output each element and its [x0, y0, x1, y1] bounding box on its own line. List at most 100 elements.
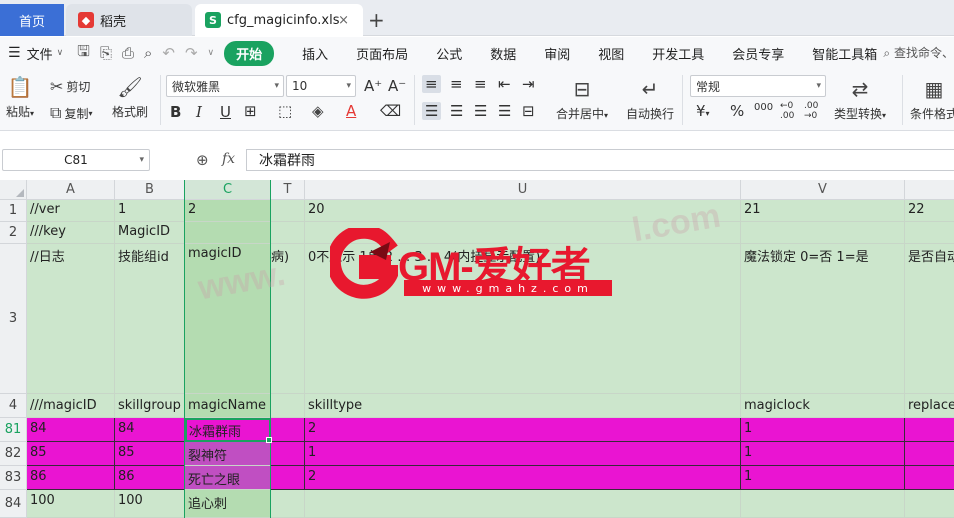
cell[interactable]: 是否自动	[905, 244, 954, 394]
indent-increase-icon[interactable]: ⇥	[522, 75, 535, 93]
conditional-format-button[interactable]: ▦ 条件格式	[910, 77, 954, 122]
cell[interactable]: 追心刺	[185, 490, 271, 518]
percent-icon[interactable]: %	[730, 102, 744, 120]
cell[interactable]: magicName	[185, 394, 271, 418]
type-convert-button[interactable]: ⇄ 类型转换▾	[834, 77, 886, 122]
menu-member[interactable]: 会员专享	[732, 44, 784, 63]
formula-input[interactable]: 冰霜群雨	[246, 149, 954, 171]
name-box[interactable]: C81 ▾	[2, 149, 150, 171]
cell[interactable]	[905, 490, 954, 518]
cell[interactable]: 1	[115, 200, 185, 222]
align-right-icon[interactable]: ☰	[474, 102, 487, 120]
menu-review[interactable]: 审阅	[544, 44, 570, 63]
undo-icon[interactable]: ↶	[162, 44, 175, 62]
cell[interactable]	[271, 442, 305, 466]
menu-developer[interactable]: 开发工具	[652, 44, 704, 63]
column-header-t[interactable]: T	[271, 180, 305, 200]
row-header[interactable]: 83	[0, 466, 27, 490]
cell[interactable]: 85	[27, 442, 115, 466]
font-size-select[interactable]: 10 ▾	[286, 75, 356, 97]
function-icon[interactable]: fx	[222, 151, 235, 167]
menu-smart-toolbox[interactable]: 智能工具箱	[812, 44, 877, 63]
cell[interactable]: 魔法锁定 0=否 1=是	[741, 244, 905, 394]
cell[interactable]	[905, 442, 954, 466]
redo-icon[interactable]: ↷	[185, 44, 198, 62]
cell[interactable]: skillgroup	[115, 394, 185, 418]
cell[interactable]: 86	[115, 466, 185, 490]
column-header-u[interactable]: U	[305, 180, 741, 200]
fill-handle[interactable]	[266, 437, 272, 443]
row-header[interactable]: 1	[0, 200, 27, 222]
new-tab-button[interactable]: +	[368, 8, 385, 32]
save-icon[interactable]: 🖫	[77, 41, 90, 66]
tab-spreadsheet-file[interactable]: S cfg_magicinfo.xls ×	[195, 4, 363, 36]
cell[interactable]	[741, 222, 905, 244]
cut-button[interactable]: ✂ 剪切	[50, 77, 90, 96]
wrap-text-button[interactable]: ↵ 自动换行	[626, 77, 674, 122]
menu-view[interactable]: 视图	[598, 44, 624, 63]
column-header-b[interactable]: B	[115, 180, 185, 200]
italic-icon[interactable]: I	[196, 103, 202, 121]
menu-insert[interactable]: 插入	[302, 44, 328, 63]
print-icon[interactable]: ⎙	[122, 44, 134, 62]
copy-button[interactable]: ⧉ 复制 ▾	[50, 103, 92, 123]
cell[interactable]: ///magicID	[27, 394, 115, 418]
distribute-icon[interactable]: ⊟	[522, 102, 535, 120]
cell[interactable]: 22	[905, 200, 954, 222]
font-family-select[interactable]: 微软雅黑 ▾	[166, 75, 284, 97]
row-header[interactable]: 82	[0, 442, 27, 466]
format-painter-button[interactable]: 🖌 格式刷	[112, 75, 148, 120]
print-preview-icon[interactable]: ⌕	[144, 44, 152, 62]
cell[interactable]: 21	[741, 200, 905, 222]
menu-data[interactable]: 数据	[490, 44, 516, 63]
cell[interactable]	[271, 222, 305, 244]
align-center-icon[interactable]: ☰	[450, 102, 463, 120]
paste-button[interactable]: 📋 粘贴▾	[6, 75, 34, 120]
cell[interactable]	[905, 418, 954, 442]
export-icon[interactable]: ⎘	[100, 44, 112, 62]
cell[interactable]: 死亡之眼	[185, 466, 271, 490]
justify-icon[interactable]: ☰	[498, 102, 511, 120]
cell[interactable]: 1	[741, 418, 905, 442]
cell[interactable]: 2	[305, 418, 741, 442]
decrease-font-icon[interactable]: A⁻	[388, 77, 406, 95]
file-menu[interactable]: ☰ 文件 ∨	[8, 44, 63, 63]
command-search[interactable]: ⌕ 查找命令、	[883, 44, 954, 61]
cell[interactable]	[741, 490, 905, 518]
cell[interactable]: 0不显示 1单 2 … 3 … 4(内挂显示配置)	[305, 244, 741, 394]
menu-formulas[interactable]: 公式	[436, 44, 462, 63]
cell[interactable]	[271, 418, 305, 442]
cell[interactable]: //ver	[27, 200, 115, 222]
cell[interactable]	[305, 222, 741, 244]
cell[interactable]: //日志	[27, 244, 115, 394]
column-header-c[interactable]: C	[185, 180, 271, 200]
cell[interactable]: skilltype	[305, 394, 741, 418]
fill-color-icon[interactable]: ◈	[312, 102, 324, 120]
row-header[interactable]: 2	[0, 222, 27, 244]
cell[interactable]	[271, 394, 305, 418]
cell[interactable]: ///key	[27, 222, 115, 244]
select-all-corner[interactable]	[0, 180, 27, 200]
cell[interactable]: 1	[741, 442, 905, 466]
cell[interactable]: 85	[115, 442, 185, 466]
align-left-icon[interactable]: ☰	[422, 102, 442, 120]
cell[interactable]: 1	[305, 442, 741, 466]
cell[interactable]	[271, 466, 305, 490]
cell[interactable]	[185, 222, 271, 244]
cell[interactable]: 84	[115, 418, 185, 442]
column-header-w[interactable]	[905, 180, 954, 200]
align-middle-icon[interactable]: ≡	[450, 75, 463, 93]
cell[interactable]: MagicID	[115, 222, 185, 244]
cell[interactable]: 84	[27, 418, 115, 442]
active-cell-c81[interactable]: 冰霜群雨	[185, 418, 271, 442]
menu-page-layout[interactable]: 页面布局	[356, 44, 408, 63]
cell-style-icon[interactable]: ⬚	[278, 102, 292, 120]
increase-decimal-icon[interactable]: ←0.00	[780, 101, 794, 121]
cell[interactable]	[905, 222, 954, 244]
cell[interactable]: magicID	[185, 244, 271, 394]
bold-icon[interactable]: B	[170, 103, 181, 121]
cell[interactable]: 86	[27, 466, 115, 490]
align-bottom-icon[interactable]: ≡	[474, 75, 487, 93]
tab-home[interactable]: 首页	[0, 4, 64, 36]
cell[interactable]: 技能组id	[115, 244, 185, 394]
